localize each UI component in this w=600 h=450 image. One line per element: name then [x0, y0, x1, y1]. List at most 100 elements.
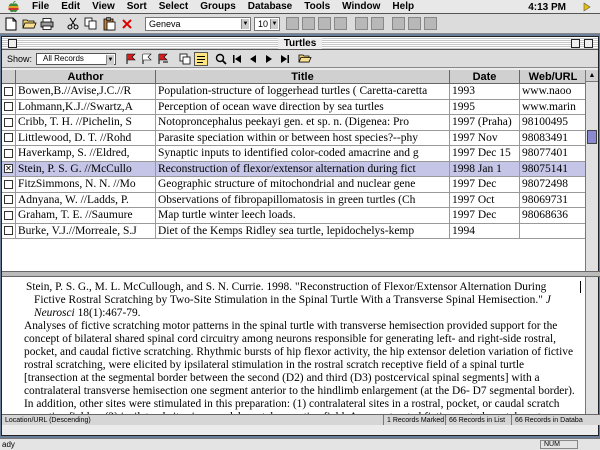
- author-cell: Stein, P. S. G. //McCullo: [16, 161, 156, 176]
- mark-checkbox[interactable]: [2, 146, 16, 161]
- unchecked-box-icon[interactable]: [4, 102, 13, 112]
- author-cell: Littlewood, D. T. //Rohd: [16, 130, 156, 145]
- zoom-box-icon[interactable]: [571, 39, 580, 48]
- next-record-icon[interactable]: [262, 52, 276, 66]
- show-marked-icon[interactable]: [156, 52, 170, 66]
- menu-sort[interactable]: Sort: [121, 1, 153, 12]
- date-cell: 1993: [450, 84, 520, 99]
- table-row[interactable]: Burke, V.J.//Morreale, S.J Diet of the Ke…: [2, 223, 586, 239]
- preview-scrollbar[interactable]: [585, 277, 598, 414]
- column-header-date[interactable]: Date: [450, 70, 520, 83]
- unchecked-box-icon[interactable]: [4, 148, 13, 158]
- search-icon[interactable]: [214, 52, 228, 66]
- mark-checkbox[interactable]: ✕: [2, 161, 16, 176]
- menu-database[interactable]: Database: [242, 1, 298, 12]
- menu-view[interactable]: View: [86, 1, 121, 12]
- table-row[interactable]: FitzSimmons, N. N. //Mo Geographic struct…: [2, 177, 586, 193]
- column-header-mark[interactable]: [2, 70, 16, 83]
- menu-tools[interactable]: Tools: [298, 1, 336, 12]
- reference-preview[interactable]: Stein, P. S. G., M. L. McCullough, and S…: [2, 277, 586, 414]
- underline-button[interactable]: [318, 17, 331, 30]
- column-header-url[interactable]: Web/URL: [520, 70, 586, 83]
- new-document-button[interactable]: [3, 16, 19, 31]
- mark-checkbox[interactable]: [2, 223, 16, 238]
- plain-button[interactable]: [334, 17, 347, 30]
- show-records-select[interactable]: All Records ▼: [36, 52, 117, 65]
- delete-button[interactable]: [119, 16, 135, 31]
- flag-marked-icon[interactable]: [124, 52, 138, 66]
- flag-unmarked-icon[interactable]: [140, 52, 154, 66]
- menu-help[interactable]: Help: [386, 1, 420, 12]
- mark-checkbox[interactable]: [2, 177, 16, 192]
- table-row[interactable]: Graham, T. E. //Saumure Map turtle winter…: [2, 208, 586, 224]
- menu-file[interactable]: File: [26, 1, 55, 12]
- mark-checkbox[interactable]: [2, 192, 16, 207]
- align-left-button[interactable]: [392, 17, 405, 30]
- bold-button[interactable]: [286, 17, 299, 30]
- edit-record-icon[interactable]: [194, 51, 209, 66]
- align-center-button[interactable]: [408, 17, 421, 30]
- mark-checkbox[interactable]: [2, 84, 16, 99]
- font-family-select[interactable]: Geneva ▼: [145, 16, 251, 31]
- table-row[interactable]: Bowen,B.//Avise,J.C.//R Population-struct…: [2, 84, 586, 100]
- menu-window[interactable]: Window: [336, 1, 386, 12]
- citation-text: Stein, P. S. G., M. L. McCullough, and S…: [16, 281, 578, 320]
- menu-edit[interactable]: Edit: [55, 1, 86, 12]
- unchecked-box-icon[interactable]: [4, 195, 13, 205]
- paste-button[interactable]: [101, 16, 117, 31]
- apple-menu-icon[interactable]: [6, 0, 20, 13]
- column-header-title[interactable]: Title: [156, 70, 450, 83]
- scroll-up-icon[interactable]: ▲: [586, 70, 598, 82]
- unchecked-box-icon[interactable]: [4, 86, 13, 96]
- copy-records-icon[interactable]: [178, 52, 192, 66]
- collapse-box-icon[interactable]: [584, 39, 593, 48]
- scroll-thumb[interactable]: [587, 130, 597, 144]
- unchecked-box-icon[interactable]: [4, 210, 13, 220]
- date-cell: 1997 Oct: [450, 192, 520, 207]
- close-box-icon[interactable]: [8, 39, 17, 48]
- chevron-down-icon: ▼: [241, 18, 249, 29]
- url-cell: [520, 224, 586, 239]
- table-row[interactable]: ✕ Stein, P. S. G. //McCullo Reconstruction…: [2, 161, 586, 177]
- balloon-help-icon[interactable]: [582, 2, 592, 12]
- window-titlebar[interactable]: Turtles: [2, 37, 598, 50]
- app-status-bar: ady NUM: [0, 438, 600, 450]
- menu-select[interactable]: Select: [153, 1, 194, 12]
- table-scrollbar[interactable]: ▲: [585, 70, 598, 271]
- table-row[interactable]: Haverkamp, S. //Eldred, Synaptic inputs t…: [2, 146, 586, 162]
- mark-checkbox[interactable]: [2, 130, 16, 145]
- unchecked-box-icon[interactable]: [4, 226, 13, 236]
- url-cell: 98100495: [522, 116, 568, 128]
- unchecked-box-icon[interactable]: [4, 117, 13, 127]
- copy-button[interactable]: [83, 16, 99, 31]
- mark-checkbox[interactable]: [2, 99, 16, 114]
- table-row[interactable]: Littlewood, D. T. //Rohd Parasite speciat…: [2, 130, 586, 146]
- open-folder-button[interactable]: [21, 16, 37, 31]
- superscript-button[interactable]: [355, 17, 368, 30]
- align-right-button[interactable]: [424, 17, 437, 30]
- title-cell: Notoproncephalus peekayi gen. et sp. n. …: [156, 115, 450, 130]
- column-header-author[interactable]: Author: [16, 70, 156, 83]
- mark-checkbox[interactable]: [2, 208, 16, 223]
- subscript-button[interactable]: [371, 17, 384, 30]
- font-size-select[interactable]: 10 ▼: [254, 16, 280, 31]
- table-row[interactable]: Cribb, T. H. //Pichelin, S Notoproncephal…: [2, 115, 586, 131]
- unchecked-box-icon[interactable]: [4, 179, 13, 189]
- main-toolbar: Geneva ▼ 10 ▼: [0, 14, 600, 34]
- citation-volume: 18(1):467-79.: [77, 307, 141, 319]
- author-cell: Cribb, T. H. //Pichelin, S: [16, 115, 156, 130]
- previous-record-icon[interactable]: [246, 52, 260, 66]
- checked-box-icon[interactable]: ✕: [4, 164, 13, 174]
- mark-checkbox[interactable]: [2, 115, 16, 130]
- italic-button[interactable]: [302, 17, 315, 30]
- first-record-icon[interactable]: [230, 52, 244, 66]
- open-folder-icon[interactable]: [298, 52, 312, 66]
- url-cell: 98068636: [522, 209, 568, 221]
- last-record-icon[interactable]: [278, 52, 292, 66]
- cut-button[interactable]: [65, 16, 81, 31]
- menu-groups[interactable]: Groups: [194, 1, 242, 12]
- table-row[interactable]: Lohmann,K.J.//Swartz,A Perception of ocea…: [2, 99, 586, 115]
- table-row[interactable]: Adnyana, W. //Ladds, P. Observations of f…: [2, 192, 586, 208]
- print-button[interactable]: [39, 16, 55, 31]
- unchecked-box-icon[interactable]: [4, 133, 13, 143]
